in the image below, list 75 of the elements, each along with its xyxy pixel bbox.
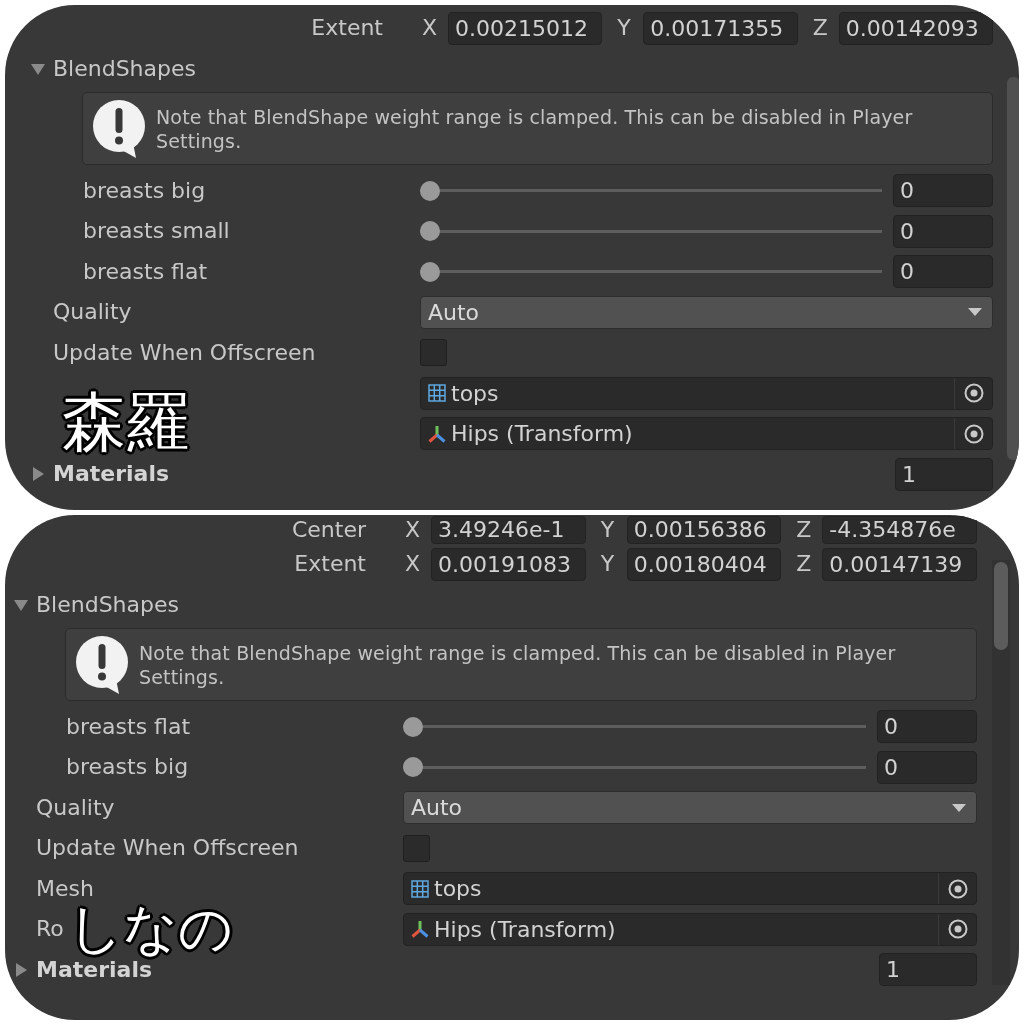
number-field[interactable]: 0.00180404 — [626, 547, 782, 581]
number-field[interactable]: 0 — [893, 255, 993, 289]
property-label: Ro — [36, 917, 64, 942]
axis-label: Z — [795, 517, 813, 542]
property-label: Extent — [294, 552, 366, 577]
axis-label: X — [421, 16, 439, 41]
property-label: breasts big — [83, 178, 206, 203]
property-label: breasts small — [83, 219, 230, 244]
grid-icon — [411, 879, 429, 898]
property-label: Mesh — [36, 876, 94, 901]
number-field[interactable]: 0.00147139 — [822, 547, 977, 581]
number-field[interactable]: 0 — [893, 174, 993, 208]
caret-icon — [968, 308, 982, 317]
number-field[interactable]: 0.00171355 — [643, 11, 798, 45]
number-field[interactable]: 3.49246e-1 — [431, 515, 586, 544]
number-field[interactable]: 0 — [877, 750, 977, 784]
help-text: Note that BlendShape weight range is clamped. This can be disabled in Player Settings. — [156, 104, 914, 153]
number-field[interactable]: 0.00142093 — [838, 11, 993, 45]
number-field[interactable]: 0.00156386 — [626, 515, 782, 544]
property-label: breasts big — [66, 755, 189, 780]
grid-icon — [428, 384, 446, 403]
property-label: Update When Offscreen — [36, 836, 299, 861]
slider-thumb[interactable] — [420, 261, 440, 282]
object-field[interactable]: tops — [420, 376, 993, 410]
overlay-caption: 森羅 — [62, 390, 190, 454]
exclamation-bubble-icon — [75, 634, 131, 695]
object-field[interactable]: Hips (Transform) — [420, 417, 993, 451]
object-field[interactable]: tops — [403, 872, 977, 906]
slider-thumb[interactable] — [403, 716, 423, 737]
target-icon — [947, 919, 968, 940]
dropdown[interactable]: Auto — [403, 791, 977, 825]
slider-thumb[interactable] — [403, 757, 423, 778]
scrollbar-track[interactable] — [992, 560, 1010, 985]
property-label: Quality — [53, 300, 132, 325]
number-field[interactable]: 0.00191083 — [431, 547, 586, 581]
property-label: breasts flat — [83, 259, 208, 284]
caret-icon — [952, 803, 966, 812]
number-field[interactable]: -4.354876e — [822, 515, 977, 544]
target-icon — [963, 383, 984, 404]
foldout-header[interactable]: Materials — [30, 462, 170, 487]
number-field[interactable]: 1 — [879, 953, 977, 987]
property-label: Update When Offscreen — [53, 340, 316, 365]
axis-label: Y — [616, 16, 632, 41]
scrollbar-thumb[interactable] — [994, 562, 1008, 650]
target-icon — [963, 423, 984, 444]
axis-label: X — [404, 517, 422, 542]
dropdown[interactable]: Auto — [420, 295, 993, 329]
scrollbar-thumb[interactable] — [1007, 77, 1019, 460]
overlay-caption: しなの — [68, 902, 233, 956]
axes-icon — [428, 424, 446, 443]
property-label: Center — [291, 517, 366, 542]
number-field[interactable]: 0 — [877, 710, 977, 744]
number-field[interactable]: 0 — [893, 214, 993, 248]
axis-label: Z — [811, 16, 829, 41]
target-icon — [947, 878, 968, 899]
axis-label: Y — [599, 517, 616, 542]
slider-thumb[interactable] — [420, 180, 440, 201]
number-field[interactable]: 1 — [895, 457, 993, 491]
checkbox[interactable] — [403, 834, 430, 862]
foldout-header[interactable]: Materials — [13, 957, 153, 982]
property-label: Quality — [36, 795, 115, 820]
axes-icon — [411, 920, 429, 939]
property-label: breasts flat — [66, 714, 191, 739]
checkbox[interactable] — [420, 339, 447, 367]
exclamation-bubble-icon — [92, 98, 148, 159]
number-field[interactable]: 0.00215012 — [448, 11, 603, 45]
foldout-header[interactable]: BlendShapes — [13, 592, 179, 617]
axis-label: Y — [599, 552, 616, 577]
object-field[interactable]: Hips (Transform) — [403, 912, 977, 946]
property-label: Extent — [311, 16, 383, 41]
axis-label: X — [404, 552, 422, 577]
slider-thumb[interactable] — [420, 221, 440, 242]
help-text: Note that BlendShape weight range is clamped. This can be disabled in Player Settings. — [139, 640, 897, 689]
foldout-header[interactable]: BlendShapes — [30, 56, 196, 81]
axis-label: Z — [795, 552, 813, 577]
